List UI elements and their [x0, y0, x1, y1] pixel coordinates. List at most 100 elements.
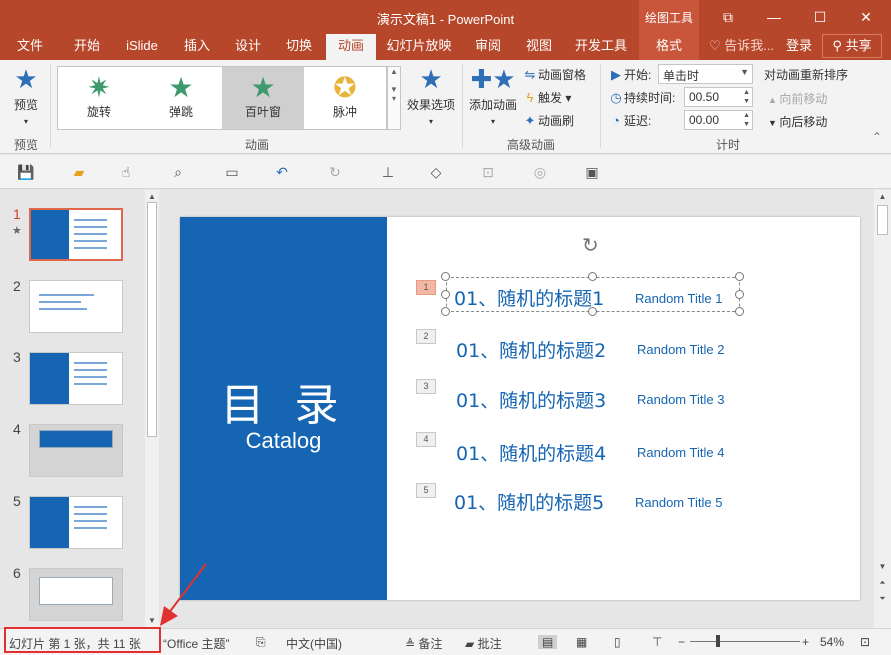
scroll-up-icon[interactable]: ▲ — [874, 192, 891, 201]
resize-handle[interactable] — [441, 272, 450, 281]
pin-icon[interactable]: ⧉ — [705, 0, 751, 34]
move-later-button[interactable]: ▼ 向后移动 — [768, 113, 827, 130]
slide-thumbnail-6[interactable] — [29, 568, 123, 621]
effect-options-button[interactable]: ★ 效果选项 ▾ — [404, 64, 458, 127]
tab-design[interactable]: 设计 — [225, 34, 271, 60]
animation-order-tag[interactable]: 4 — [416, 432, 436, 447]
anim-blinds[interactable]: ★ 百叶窗 — [222, 67, 304, 129]
spin-down-icon[interactable]: ▼ — [743, 98, 750, 105]
animation-order-tag[interactable]: 5 — [416, 483, 436, 498]
reading-view-icon[interactable]: ▯ — [614, 635, 621, 649]
resize-handle[interactable] — [588, 307, 597, 316]
zoom-slider[interactable] — [690, 641, 800, 642]
catalog-item-en[interactable]: Random Title 5 — [635, 495, 722, 510]
tab-animations[interactable]: 动画 — [326, 34, 376, 60]
catalog-item-en[interactable]: Random Title 3 — [637, 392, 724, 407]
resize-handle[interactable] — [441, 290, 450, 299]
resize-handle[interactable] — [588, 272, 597, 281]
delay-input[interactable]: 00.00 ▲ ▼ — [684, 110, 753, 130]
tab-transitions[interactable]: 切换 — [276, 34, 322, 60]
slide-scrollbar[interactable]: ▲ ▼ ⏶ ⏷ — [874, 190, 891, 628]
close-button[interactable]: ✕ — [843, 0, 889, 34]
slide-thumbnail-1[interactable] — [29, 208, 123, 261]
trigger-button[interactable]: ϟ 触发 ▾ — [522, 89, 572, 106]
tab-insert[interactable]: 插入 — [174, 34, 220, 60]
anim-bounce[interactable]: ★ 弹跳 — [140, 67, 222, 129]
scroll-down-icon[interactable]: ▼ — [874, 562, 891, 571]
duration-input[interactable]: 00.50 ▲ ▼ — [684, 87, 753, 107]
tab-islide[interactable]: iSlide — [118, 34, 166, 60]
slideshow-view-icon[interactable]: ⊤ — [652, 635, 662, 649]
catalog-item-cn[interactable]: 01、随机的标题2 — [456, 336, 606, 363]
minimize-button[interactable]: — — [751, 0, 797, 34]
scroll-thumb[interactable] — [147, 202, 157, 437]
print-preview-icon[interactable]: ⌕ — [168, 162, 188, 182]
comments-button[interactable]: ▰ 批注 — [465, 635, 502, 652]
animation-order-tag[interactable]: 2 — [416, 329, 436, 344]
tab-view[interactable]: 视图 — [517, 34, 561, 60]
catalog-item-cn[interactable]: 01、随机的标题3 — [456, 386, 606, 413]
open-folder-icon[interactable]: ▰ — [69, 162, 89, 182]
catalog-item-cn[interactable]: 01、随机的标题4 — [456, 439, 606, 466]
redo-icon[interactable]: ↻ — [325, 162, 345, 182]
prev-slide-icon[interactable]: ⏶ — [874, 578, 891, 588]
gallery-scroll[interactable]: ▲ ▼ ▾ — [387, 66, 401, 130]
anim-spin[interactable]: ✷ 旋转 — [58, 67, 140, 129]
resize-handle[interactable] — [735, 290, 744, 299]
spellcheck-icon[interactable]: ⎘ — [256, 635, 266, 650]
zoom-slider-knob[interactable] — [716, 635, 720, 647]
animation-pane-button[interactable]: ⇋ 动画窗格 — [522, 66, 586, 83]
resize-handle[interactable] — [441, 307, 450, 316]
normal-view-icon[interactable]: ▤ — [538, 635, 558, 649]
shapes-icon[interactable]: ◇ — [426, 162, 446, 182]
spin-up-icon[interactable]: ▲ — [743, 89, 750, 96]
tell-me-search[interactable]: ♡ 告诉我... — [709, 34, 774, 60]
save-icon[interactable]: 💾 — [16, 162, 36, 182]
slide-sorter-icon[interactable]: ▦ — [576, 635, 587, 649]
slide-thumbnail-4[interactable] — [29, 424, 123, 477]
picture-icon[interactable]: ▣ — [582, 162, 602, 182]
align-icon[interactable]: ⊥ — [378, 162, 398, 182]
zoom-level[interactable]: 54% — [820, 635, 844, 649]
catalog-item-en[interactable]: Random Title 2 — [637, 342, 724, 357]
zoom-in-icon[interactable]: + — [802, 635, 809, 649]
tab-format[interactable]: 格式 — [639, 34, 699, 60]
slideshow-icon[interactable]: ▭ — [222, 162, 242, 182]
resize-handle[interactable] — [735, 272, 744, 281]
resize-handle[interactable] — [735, 307, 744, 316]
collapse-ribbon-icon[interactable]: ⌃ — [872, 130, 882, 144]
add-animation-button[interactable]: ✚★ 添加动画 ▾ — [466, 64, 520, 127]
undo-icon[interactable]: ↶ — [272, 162, 292, 182]
preview-button[interactable]: ★ 预览 ▾ — [8, 64, 44, 127]
slide-thumbnail-3[interactable] — [29, 352, 123, 405]
share-button[interactable]: ⚲ 共享 — [822, 34, 882, 58]
tab-file[interactable]: 文件 — [8, 34, 52, 60]
spin-up-icon[interactable]: ▲ — [743, 112, 750, 119]
group-icon[interactable]: ⊡ — [478, 162, 498, 182]
animation-painter-button[interactable]: ✦ 动画刷 — [522, 112, 574, 129]
slide-thumbnail-2[interactable] — [29, 280, 123, 333]
touch-mode-icon[interactable]: ☝ — [116, 162, 136, 182]
fit-window-icon[interactable]: ⊡ — [860, 635, 870, 649]
anim-pulse[interactable]: ✪ 脉冲 — [304, 67, 386, 129]
next-slide-icon[interactable]: ⏷ — [874, 594, 891, 604]
tab-slideshow[interactable]: 幻灯片放映 — [382, 34, 456, 60]
language-indicator[interactable]: 中文(中国) — [286, 635, 342, 652]
scroll-up-icon[interactable]: ▲ — [145, 192, 159, 201]
animation-order-tag[interactable]: 3 — [416, 379, 436, 394]
tab-home[interactable]: 开始 — [64, 34, 110, 60]
tab-developer[interactable]: 开发工具 — [570, 34, 632, 60]
merge-shapes-icon[interactable]: ◎ — [530, 162, 550, 182]
zoom-out-icon[interactable]: − — [678, 635, 685, 649]
rotate-handle-icon[interactable]: ↻ — [582, 233, 599, 258]
start-select[interactable]: 单击时 ▼ — [658, 64, 753, 84]
catalog-item-cn[interactable]: 01、随机的标题5 — [454, 488, 604, 515]
animation-order-tag[interactable]: 1 — [416, 280, 436, 295]
slide-thumbnail-5[interactable] — [29, 496, 123, 549]
maximize-button[interactable]: ☐ — [797, 0, 843, 34]
notes-button[interactable]: ≜ 备注 — [405, 635, 442, 652]
catalog-item-en[interactable]: Random Title 4 — [637, 445, 724, 460]
move-earlier-button[interactable]: ▲ 向前移动 — [768, 90, 827, 107]
login-button[interactable]: 登录 — [786, 34, 812, 60]
tab-review[interactable]: 审阅 — [466, 34, 510, 60]
